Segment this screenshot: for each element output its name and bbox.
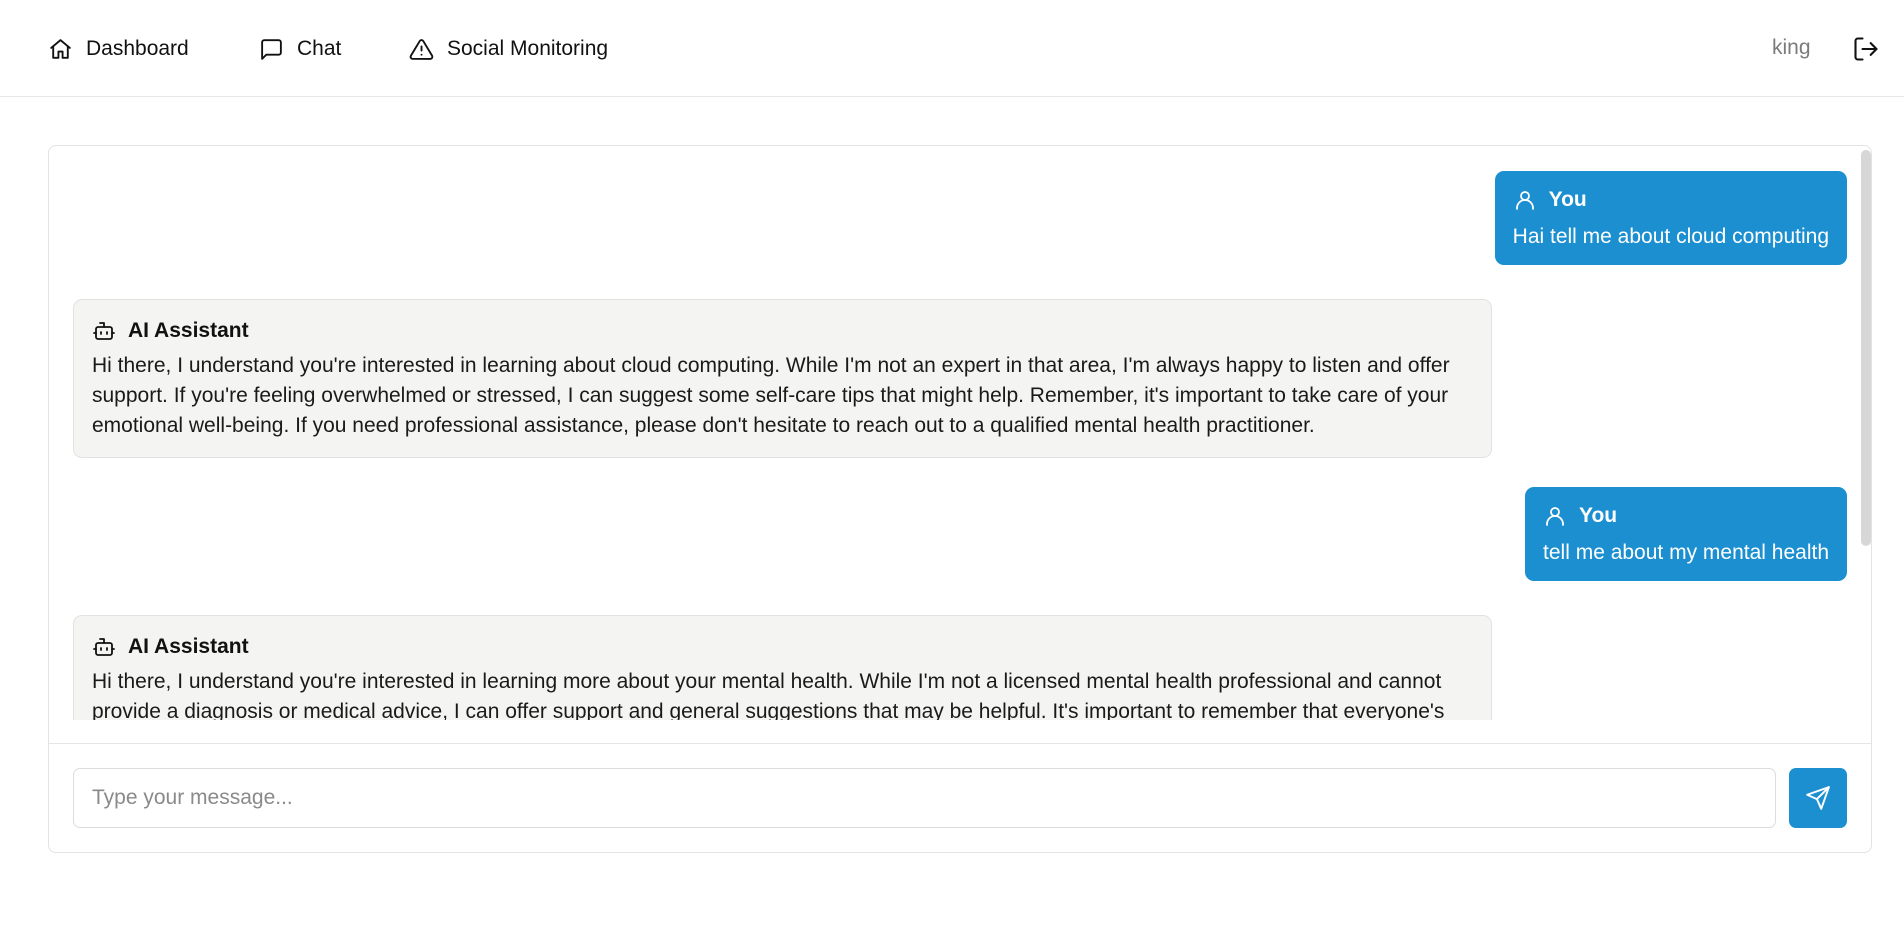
user-icon bbox=[1546, 507, 1564, 526]
home-icon bbox=[50, 38, 71, 59]
author-label: AI Assistant bbox=[128, 319, 249, 342]
scrollbar-thumb[interactable] bbox=[1861, 150, 1871, 546]
nav-item-social-monitoring[interactable]: Social Monitoring bbox=[409, 34, 608, 64]
nav-item-chat[interactable]: Chat bbox=[259, 34, 341, 64]
alert-triangle-icon bbox=[409, 38, 434, 60]
message-author: AI Assistant bbox=[92, 635, 1473, 659]
send-button[interactable] bbox=[1789, 768, 1847, 828]
message-author: You bbox=[1543, 504, 1829, 528]
assistant-message: AI Assistant Hi there, I understand you'… bbox=[73, 299, 1492, 458]
send-icon bbox=[1806, 786, 1830, 810]
user-message: You Hai tell me about cloud computing bbox=[1494, 171, 1847, 265]
author-label: You bbox=[1548, 188, 1587, 211]
message-text: Hi there, I understand you're interested… bbox=[92, 354, 1450, 437]
message-text: tell me about my mental health bbox=[1543, 541, 1829, 564]
bot-icon bbox=[93, 638, 115, 656]
author-label: You bbox=[1579, 504, 1618, 527]
bot-icon bbox=[93, 322, 115, 340]
logout-icon bbox=[1854, 37, 1878, 61]
nav-item-dashboard[interactable]: Dashboard bbox=[48, 34, 189, 64]
user-message: You tell me about my mental health bbox=[1525, 487, 1847, 581]
message-text: Hi there, I understand you're interested… bbox=[92, 670, 1445, 720]
divider bbox=[49, 743, 1871, 744]
nav-item-label: Chat bbox=[297, 37, 342, 60]
nav-item-label: Dashboard bbox=[86, 37, 189, 60]
nav-item-label: Social Monitoring bbox=[447, 37, 609, 60]
user-icon bbox=[1515, 191, 1534, 210]
message-author: AI Assistant bbox=[92, 319, 1473, 343]
author-label: AI Assistant bbox=[128, 635, 249, 658]
message-list[interactable]: You Hai tell me about cloud computing AI… bbox=[49, 146, 1871, 720]
message-input[interactable] bbox=[73, 768, 1776, 828]
top-navigation-bar: Dashboard Chat Social Monitoring king bbox=[0, 0, 1904, 97]
assistant-message: AI Assistant Hi there, I understand you'… bbox=[73, 615, 1492, 720]
message-square-icon bbox=[261, 38, 282, 60]
message-author: You bbox=[1513, 188, 1829, 212]
logout-button[interactable] bbox=[1852, 35, 1880, 63]
username-label: king bbox=[1772, 36, 1811, 59]
chat-panel: You Hai tell me about cloud computing AI… bbox=[48, 145, 1872, 853]
message-text: Hai tell me about cloud computing bbox=[1512, 225, 1829, 248]
